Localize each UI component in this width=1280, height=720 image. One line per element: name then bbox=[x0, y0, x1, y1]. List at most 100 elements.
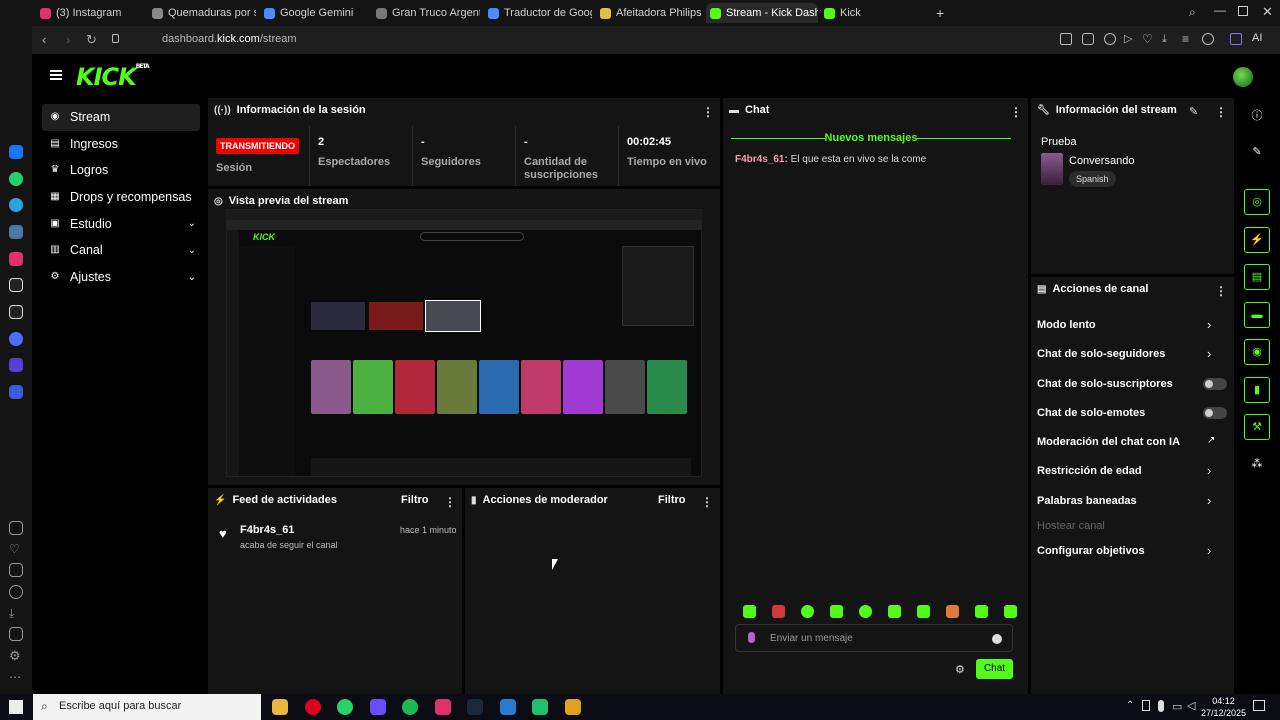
tab-gemini[interactable]: Google Gemini bbox=[260, 3, 368, 23]
emote-icon[interactable] bbox=[743, 605, 756, 618]
emote-icon[interactable] bbox=[830, 605, 843, 618]
edit-pencil-icon[interactable]: ✎ bbox=[1189, 105, 1198, 118]
wrench-icon[interactable]: ⚒ bbox=[1244, 414, 1270, 440]
lightning-icon[interactable]: ⚡ bbox=[1244, 227, 1270, 253]
network-icon[interactable]: ▭ bbox=[1172, 700, 1182, 713]
chat-bubble-icon[interactable]: ▬ bbox=[1244, 302, 1270, 328]
system-clock[interactable]: 04:12 27/12/2025 bbox=[1201, 695, 1246, 719]
send-chat-button[interactable]: Chat bbox=[976, 659, 1013, 679]
document-icon[interactable]: ▤ bbox=[1244, 264, 1270, 290]
heart-icon[interactable]: ♡ bbox=[9, 542, 23, 556]
discord-icon[interactable] bbox=[9, 385, 23, 399]
settings-icon[interactable]: ⚙ bbox=[9, 648, 23, 663]
opera-icon[interactable] bbox=[305, 699, 321, 715]
kebab-menu-icon[interactable]: ⋮ bbox=[702, 105, 714, 119]
profile-icon[interactable] bbox=[1202, 33, 1214, 45]
tray-chevron-icon[interactable]: ⌃ bbox=[1126, 700, 1134, 711]
moderator-icon[interactable]: ▮ bbox=[1244, 377, 1270, 403]
slow-mode-item[interactable]: Modo lento bbox=[1037, 319, 1227, 331]
sidebar-item-ajustes[interactable]: ⚙ Ajustes ⌄ bbox=[42, 264, 200, 291]
taskbar-search[interactable]: ⌕ Escribe aquí para buscar bbox=[33, 694, 261, 720]
bookmark-heart-icon[interactable]: ♡ bbox=[1142, 33, 1154, 45]
camera-icon[interactable] bbox=[1082, 33, 1094, 45]
kebab-menu-icon[interactable]: ⋮ bbox=[1010, 105, 1022, 119]
windows-start-icon[interactable] bbox=[9, 700, 23, 714]
kebab-menu-icon[interactable]: ⋮ bbox=[444, 495, 456, 509]
play-icon[interactable]: ▷ bbox=[1124, 33, 1136, 45]
forward-button[interactable]: › bbox=[66, 32, 70, 47]
more-icon[interactable]: ⋯ bbox=[9, 670, 23, 684]
edit-icon[interactable] bbox=[1060, 33, 1072, 45]
app-icon[interactable] bbox=[500, 699, 516, 715]
microphone-tray-icon[interactable] bbox=[1158, 700, 1164, 712]
chat-settings-icon[interactable]: ⚙ bbox=[955, 663, 965, 676]
kebab-menu-icon[interactable]: ⋮ bbox=[701, 495, 713, 509]
ai-moderation-item[interactable]: Moderación del chat con IA bbox=[1037, 436, 1227, 448]
share-icon[interactable]: ⁂ bbox=[1244, 452, 1270, 478]
tab-kick-dashboard[interactable]: Stream - Kick Dashboard bbox=[706, 3, 818, 23]
feed-username[interactable]: F4br4s_61 bbox=[240, 524, 294, 536]
sidebar-item-drops[interactable]: ▦ Drops y recompensas bbox=[42, 184, 200, 211]
info-icon[interactable]: ⓘ bbox=[1244, 104, 1270, 130]
reload-button[interactable]: ↻ bbox=[86, 32, 97, 48]
whatsapp-icon[interactable] bbox=[337, 699, 353, 715]
workspaces-icon[interactable] bbox=[9, 521, 23, 535]
aria-icon[interactable] bbox=[9, 358, 23, 372]
ai-button[interactable]: AI bbox=[1252, 32, 1262, 44]
filter-button[interactable]: Filtro bbox=[658, 494, 686, 506]
telegram-icon[interactable] bbox=[9, 198, 23, 212]
extension-cube-icon[interactable] bbox=[1230, 33, 1242, 45]
emote-icon[interactable] bbox=[946, 605, 959, 618]
player-icon[interactable] bbox=[9, 332, 23, 346]
emote-icon[interactable] bbox=[975, 605, 988, 618]
edit-pencil-icon[interactable]: ✎ bbox=[1244, 140, 1270, 166]
kick-logo[interactable]: KICKBETA bbox=[76, 63, 150, 91]
maximize-button[interactable] bbox=[1238, 6, 1248, 16]
back-button[interactable]: ‹ bbox=[42, 32, 46, 47]
minimize-button[interactable]: — bbox=[1214, 3, 1226, 17]
banned-words-item[interactable]: Palabras baneadas bbox=[1037, 495, 1227, 507]
spotify-icon[interactable] bbox=[402, 699, 418, 715]
url-field[interactable]: dashboard.kick.com/stream bbox=[162, 33, 297, 45]
followers-only-item[interactable]: Chat de solo-seguidores bbox=[1037, 348, 1227, 360]
emote-icon[interactable] bbox=[801, 605, 814, 618]
stream-category[interactable]: Conversando bbox=[1069, 155, 1134, 167]
vk-icon[interactable] bbox=[9, 225, 23, 239]
download-icon[interactable]: ⤓ bbox=[9, 606, 23, 620]
notes-icon[interactable] bbox=[9, 563, 23, 577]
sidebar-item-stream[interactable]: ◉ Stream bbox=[42, 104, 200, 131]
messenger-icon[interactable] bbox=[9, 145, 23, 159]
app-icon[interactable] bbox=[532, 699, 548, 715]
tab-philips[interactable]: Afeitadora Philips OneBla bbox=[596, 3, 704, 23]
hamburger-menu-icon[interactable] bbox=[50, 70, 62, 80]
emotes-only-toggle[interactable] bbox=[1203, 407, 1227, 419]
stream-preview-video[interactable]: KICK bbox=[226, 209, 702, 477]
tab-instagram[interactable]: (3) Instagram bbox=[36, 3, 144, 23]
kebab-menu-icon[interactable]: ⋮ bbox=[1215, 105, 1227, 119]
microphone-icon[interactable] bbox=[748, 632, 755, 643]
volume-icon[interactable]: ◁ bbox=[1187, 699, 1195, 712]
file-explorer-icon[interactable] bbox=[272, 699, 288, 715]
discord-icon[interactable] bbox=[370, 699, 386, 715]
app-icon[interactable] bbox=[565, 699, 581, 715]
emoji-icon[interactable] bbox=[992, 634, 1002, 644]
preview-icon[interactable]: ◎ bbox=[1244, 189, 1270, 215]
emote-icon[interactable] bbox=[888, 605, 901, 618]
emote-icon[interactable] bbox=[1004, 605, 1017, 618]
sidebar-item-estudio[interactable]: ▣ Estudio ⌄ bbox=[42, 210, 200, 237]
close-window-button[interactable]: ✕ bbox=[1262, 4, 1273, 20]
chat-username[interactable]: F4br4s_61: bbox=[735, 154, 788, 165]
emote-icon[interactable] bbox=[772, 605, 785, 618]
broadcast-icon[interactable]: ◉ bbox=[1244, 339, 1270, 365]
menu-icon[interactable]: ≡ bbox=[1182, 33, 1194, 45]
tab-search-icon[interactable]: ⌕ bbox=[1189, 5, 1196, 20]
sidebar-item-ingresos[interactable]: ▤ Ingresos bbox=[42, 131, 200, 158]
emote-icon[interactable] bbox=[859, 605, 872, 618]
instagram-icon[interactable] bbox=[9, 252, 23, 266]
sidebar-item-logros[interactable]: ♛ Logros bbox=[42, 157, 200, 184]
goals-item[interactable]: Configurar objetivos bbox=[1037, 545, 1227, 557]
steam-icon[interactable] bbox=[467, 699, 483, 715]
sidebar-item-canal[interactable]: ▥ Canal ⌄ bbox=[42, 237, 200, 264]
filter-button[interactable]: Filtro bbox=[401, 494, 429, 506]
shield-icon[interactable] bbox=[1104, 33, 1116, 45]
